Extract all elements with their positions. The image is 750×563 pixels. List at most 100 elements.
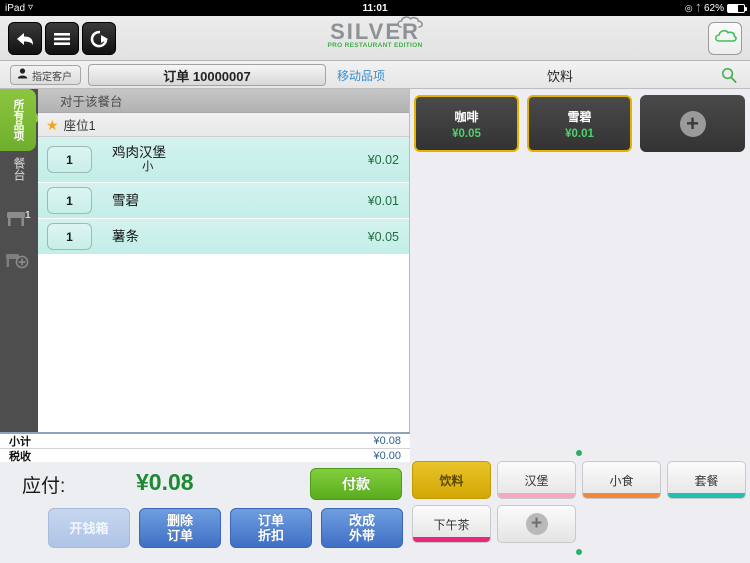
back-button[interactable]: [8, 22, 42, 55]
logo-text: SILVER: [330, 19, 420, 44]
assign-customer-button[interactable]: 指定客户: [10, 65, 81, 85]
table-icon: 1: [4, 207, 34, 236]
order-number-label: 订单 10000007: [163, 68, 251, 84]
order-pane-header: 对于该餐台: [38, 89, 409, 113]
table-row[interactable]: 1 鸡肉汉堡 小 ¥0.02: [38, 137, 409, 183]
logo-subtitle: PRO RESTAURANT EDITION: [327, 42, 423, 49]
pay-button[interactable]: 付款: [310, 468, 402, 500]
category-button-snacks[interactable]: 小食: [582, 461, 661, 499]
quantity-stepper[interactable]: 1: [47, 187, 92, 214]
quantity-stepper[interactable]: 1: [47, 146, 92, 173]
category-button-burgers[interactable]: 汉堡: [497, 461, 576, 499]
star-icon: ★: [46, 116, 59, 133]
subtotal-label: 小计: [9, 436, 31, 448]
left-rail: 所有品项 餐台 1: [0, 89, 41, 432]
sidebar-item-add-table[interactable]: [0, 249, 38, 278]
open-cash-drawer-button[interactable]: 开钱箱: [48, 508, 130, 548]
category-label: 小食: [609, 473, 634, 488]
svg-text:1: 1: [25, 210, 31, 221]
order-item-text: 雪碧: [112, 193, 368, 208]
logo-cloud-icon: [396, 15, 426, 34]
subtotal-row: 小计 ¥0.08: [0, 434, 410, 449]
category-color-bar: [498, 493, 575, 498]
pagination-dot-up[interactable]: [576, 450, 582, 456]
person-icon: [17, 68, 28, 82]
sidebar-item-tables[interactable]: 餐台: [0, 157, 38, 181]
category-bar: [410, 441, 750, 563]
product-tile-sprite[interactable]: 雪碧 ¥0.01: [527, 95, 632, 152]
button-line-1: 开钱箱: [69, 520, 109, 536]
order-item-name: 薯条: [112, 229, 139, 244]
search-icon: [721, 68, 737, 87]
tax-value: ¥0.00: [373, 450, 401, 462]
order-action-bar: 开钱箱 删除 订单 订单 折扣 改成 外带: [0, 505, 410, 563]
product-name: 咖啡: [454, 109, 479, 124]
pagination-dot-down[interactable]: [576, 549, 582, 555]
add-product-icon: +: [679, 110, 706, 137]
sidebar-item-table-1[interactable]: 1: [0, 207, 38, 236]
pos-app-screen: iPad ▿ 11:01 ◎ ᛏ 62% SILVER PRO RESTAURA…: [0, 0, 750, 563]
order-item-price: ¥0.01: [367, 193, 399, 208]
category-color-bar: [413, 537, 490, 542]
category-button-afternoon-tea[interactable]: 下午茶: [412, 505, 491, 543]
amount-due-bar: 应付: ¥0.08 付款: [0, 462, 410, 505]
top-toolbar: SILVER PRO RESTAURANT EDITION: [0, 16, 750, 61]
location-icon: ◎: [684, 2, 693, 13]
seat-label: 座位1: [63, 119, 96, 133]
quantity-stepper[interactable]: 1: [47, 223, 92, 250]
amount-due-value: ¥0.08: [136, 469, 194, 495]
add-category-button[interactable]: +: [497, 505, 576, 543]
category-color-bar: [668, 493, 745, 498]
battery-icon: [727, 3, 747, 13]
order-item-name: 鸡肉汉堡: [112, 145, 166, 160]
sidebar-item-all-products[interactable]: 所有品项: [0, 89, 36, 151]
order-number-button[interactable]: 订单 10000007: [88, 64, 326, 86]
add-product-button[interactable]: +: [640, 95, 745, 152]
button-line-1: 删除: [166, 513, 193, 528]
product-price: ¥0.05: [452, 127, 481, 140]
table-row[interactable]: 1 雪碧 ¥0.01: [38, 183, 409, 219]
add-category-icon: +: [525, 513, 548, 535]
category-color-bar: [583, 493, 660, 498]
status-bar-right: ◎ ᛏ 62%: [684, 2, 747, 14]
category-label: 套餐: [694, 473, 719, 488]
category-button-beverages[interactable]: 饮料: [412, 461, 491, 499]
category-label: 下午茶: [433, 517, 470, 532]
tables-label: 餐台: [12, 157, 26, 181]
cloud-icon: [713, 27, 737, 50]
category-title: 饮料: [546, 69, 573, 84]
amount-due-label: 应付:: [22, 476, 66, 497]
search-button[interactable]: [721, 67, 737, 88]
order-item-text: 薯条: [112, 229, 368, 244]
category-label: 汉堡: [524, 473, 549, 488]
button-line-1: 改成: [348, 513, 375, 528]
table-add-icon: [4, 249, 34, 278]
all-products-label: 所有品项: [12, 99, 25, 141]
back-arrow-icon: [15, 30, 35, 48]
cloud-sync-button[interactable]: [708, 22, 742, 55]
order-item-modifier: 小: [142, 161, 154, 173]
totals-section: 小计 ¥0.08 税收 ¥0.00: [0, 432, 410, 464]
button-line-1: 订单: [257, 513, 284, 528]
menu-button[interactable]: [45, 22, 79, 55]
order-pane: 对于该餐台 ★ 座位1 1 鸡肉汉堡 小 ¥0.02 1 雪碧 ¥0.01 1 …: [38, 89, 410, 432]
delete-order-button[interactable]: 删除 订单: [139, 508, 221, 548]
move-items-link[interactable]: 移动品项: [337, 67, 385, 84]
battery-percent: 62%: [703, 2, 724, 14]
subtotal-value: ¥0.08: [373, 435, 401, 447]
sub-toolbar: 指定客户 订单 10000007 移动品项 饮料: [0, 61, 750, 89]
logout-button[interactable]: [82, 22, 116, 55]
order-item-text: 鸡肉汉堡 小: [112, 145, 368, 174]
category-button-combos[interactable]: 套餐: [667, 461, 746, 499]
status-bar: iPad ▿ 11:01 ◎ ᛏ 62%: [0, 0, 750, 16]
button-line-2: 折扣: [257, 528, 284, 543]
button-line-2: 订单: [166, 528, 193, 543]
logout-icon: [89, 30, 109, 48]
table-row[interactable]: 1 薯条 ¥0.05: [38, 219, 409, 255]
product-tile-coffee[interactable]: 咖啡 ¥0.05: [414, 95, 519, 152]
change-to-takeout-button[interactable]: 改成 外带: [321, 508, 403, 548]
order-discount-button[interactable]: 订单 折扣: [230, 508, 312, 548]
seat-row[interactable]: ★ 座位1: [38, 113, 409, 137]
order-item-price: ¥0.05: [367, 229, 399, 244]
hamburger-menu-icon: [53, 31, 71, 47]
